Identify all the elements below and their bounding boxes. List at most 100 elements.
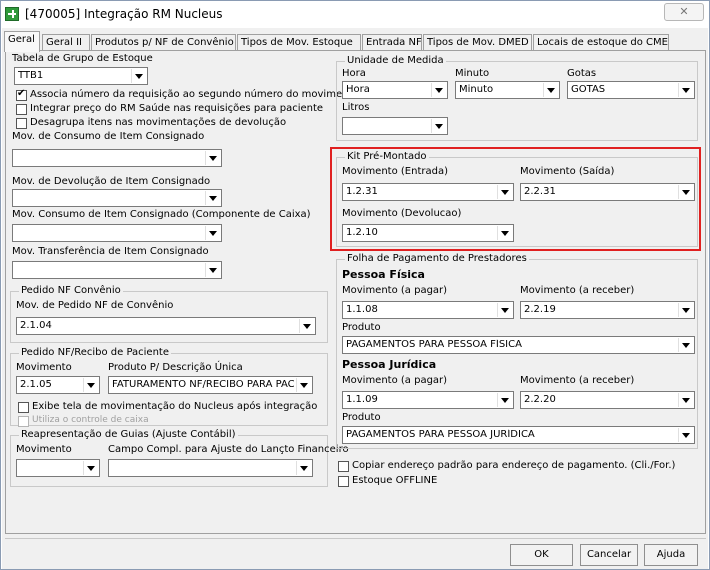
produto-descricao-unica-select[interactable]: FATURAMENTO NF/RECIBO PARA PAC: [108, 376, 313, 394]
exibe-tela-label: Exibe tela de movimentação do Nucleus ap…: [32, 401, 318, 412]
pedido-recibo-paciente-title: Pedido NF/Recibo de Paciente: [19, 347, 171, 358]
hora-select[interactable]: Hora: [342, 81, 448, 99]
tab-tipos-mov-dmed[interactable]: Tipos de Mov. DMED: [423, 34, 532, 51]
tab-produtos-nf-convenio[interactable]: Produtos p/ NF de Convênio: [91, 34, 236, 51]
reapres-movimento-select[interactable]: [16, 459, 100, 477]
pedido-nf-convenio-group: Pedido NF Convênio Mov. de Pedido NF de …: [10, 285, 328, 343]
cancelar-button[interactable]: Cancelar: [580, 544, 638, 566]
produto-descricao-unica-label: Produto P/ Descrição Única: [108, 362, 243, 373]
app-plus-icon: [5, 7, 19, 21]
devolucao-consignado-select[interactable]: [12, 189, 222, 207]
consumo-componente-label: Mov. Consumo de Item Consignado (Compone…: [12, 209, 311, 220]
campo-compl-label: Campo Compl. para Ajuste do Lançto Finan…: [108, 444, 349, 455]
devolucao-consignado-label: Mov. de Devolução de Item Consignado: [12, 176, 211, 187]
integrar-preco-label: Integrar preço do RM Saúde nas requisiçõ…: [30, 103, 324, 114]
pj-receber-label: Movimento (a receber): [520, 375, 635, 386]
tabela-grupo-estoque-select[interactable]: TTB1: [14, 67, 148, 85]
associa-checkbox[interactable]: [16, 88, 27, 101]
tab-locais-estoque-cme[interactable]: Locais de estoque do CME: [533, 34, 669, 51]
controle-caixa-label: Utiliza o controle de caixa: [32, 415, 149, 425]
desagrupa-label: Desagrupa itens nas movimentações de dev…: [30, 117, 287, 128]
desagrupa-checkbox[interactable]: [16, 118, 27, 129]
chevron-down-icon: [131, 69, 146, 83]
consumo-consignado-select[interactable]: [12, 149, 222, 167]
chevron-down-icon: [678, 303, 693, 317]
chevron-down-icon: [678, 428, 693, 442]
window: [470005] Integração RM Nucleus ✕ Geral G…: [0, 0, 710, 570]
window-title: [470005] Integração RM Nucleus: [25, 7, 223, 21]
pf-pagar-select[interactable]: 1.1.08: [342, 301, 514, 319]
gotas-select[interactable]: GOTAS: [567, 81, 695, 99]
pessoa-juridica-heading: Pessoa Jurídica: [342, 358, 437, 371]
chevron-down-icon: [497, 185, 512, 199]
kit-devolucao-select[interactable]: 1.2.10: [342, 224, 514, 242]
consumo-componente-select[interactable]: [12, 224, 222, 242]
tab-geral-ii[interactable]: Geral II: [42, 34, 90, 51]
chevron-down-icon: [543, 83, 558, 97]
pj-produto-label: Produto: [342, 412, 381, 423]
copiar-endereco-label: Copiar endereço padrão para endereço de …: [352, 460, 676, 471]
chevron-down-icon: [205, 226, 220, 240]
litros-select[interactable]: [342, 117, 448, 135]
campo-compl-select[interactable]: [108, 459, 313, 477]
chevron-down-icon: [678, 185, 693, 199]
copiar-endereco-checkbox[interactable]: [338, 461, 349, 472]
minuto-label: Minuto: [455, 68, 490, 79]
folha-pagamento-group: Folha de Pagamento de Prestadores Pessoa…: [336, 253, 698, 449]
reapres-movimento-label: Movimento: [16, 444, 72, 455]
chevron-down-icon: [205, 151, 220, 165]
integrar-preco-checkbox[interactable]: [16, 104, 27, 115]
pedido-rec-movimento-label: Movimento: [16, 362, 72, 373]
chevron-down-icon: [431, 119, 446, 133]
kit-entrada-label: Movimento (Entrada): [342, 166, 448, 177]
kit-entrada-select[interactable]: 1.2.31: [342, 183, 514, 201]
mov-pedido-nf-convenio-select[interactable]: 2.1.04: [16, 317, 316, 335]
transferencia-consignado-label: Mov. Transferência de Item Consignado: [12, 246, 209, 257]
unidade-medida-group: Unidade de Medida Hora Minuto Gotas Hora…: [336, 55, 698, 141]
kit-saida-select[interactable]: 2.2.31: [520, 183, 695, 201]
chevron-down-icon: [497, 303, 512, 317]
pf-produto-select[interactable]: PAGAMENTOS PARA PESSOA FÍSICA: [342, 336, 695, 354]
chevron-down-icon: [205, 191, 220, 205]
chevron-down-icon: [497, 393, 512, 407]
tab-panel-geral: Tabela de Grupo de Estoque TTB1 Associa …: [5, 50, 706, 534]
chevron-down-icon: [296, 378, 311, 392]
tab-entrada-nf[interactable]: Entrada NF: [362, 34, 422, 51]
pedido-nf-convenio-title: Pedido NF Convênio: [19, 285, 123, 296]
kit-pre-montado-group: Kit Pré-Montado Movimento (Entrada) Movi…: [336, 151, 698, 247]
pessoa-fisica-heading: Pessoa Física: [342, 268, 425, 281]
chevron-down-icon: [678, 338, 693, 352]
ajuda-button[interactable]: Ajuda: [644, 544, 698, 566]
pj-receber-select[interactable]: 2.2.20: [520, 391, 695, 409]
transferencia-consignado-select[interactable]: [12, 261, 222, 279]
exibe-tela-checkbox[interactable]: [18, 402, 29, 413]
pf-pagar-label: Movimento (a pagar): [342, 285, 448, 296]
tab-tipos-mov-estoque[interactable]: Tipos de Mov. Estoque: [237, 34, 361, 51]
close-button[interactable]: ✕: [664, 3, 704, 21]
pf-receber-label: Movimento (a receber): [520, 285, 635, 296]
chevron-down-icon: [678, 83, 693, 97]
gotas-label: Gotas: [567, 68, 597, 79]
estoque-offline-label: Estoque OFFLINE: [352, 475, 438, 486]
ok-button[interactable]: OK: [510, 544, 573, 566]
pj-produto-select[interactable]: PAGAMENTOS PARA PESSOA JURÍDICA: [342, 426, 695, 444]
pj-pagar-select[interactable]: 1.1.09: [342, 391, 514, 409]
chevron-down-icon: [299, 319, 314, 333]
unidade-medida-title: Unidade de Medida: [345, 55, 446, 66]
estoque-offline-checkbox[interactable]: [338, 476, 349, 487]
chevron-down-icon: [431, 83, 446, 97]
kit-saida-label: Movimento (Saída): [520, 166, 615, 177]
chevron-down-icon: [83, 461, 98, 475]
chevron-down-icon: [497, 226, 512, 240]
dialog-body: Geral Geral II Produtos p/ NF de Convêni…: [2, 28, 708, 569]
chevron-down-icon: [678, 393, 693, 407]
reapresentacao-guias-group: Reapresentação de Guias (Ajuste Contábil…: [10, 429, 349, 487]
pedido-rec-movimento-select[interactable]: 2.1.05: [16, 376, 100, 394]
tab-geral[interactable]: Geral: [4, 31, 40, 52]
chevron-down-icon: [83, 378, 98, 392]
controle-caixa-checkbox[interactable]: [18, 416, 29, 427]
consumo-consignado-label: Mov. de Consumo de Item Consignado: [12, 131, 205, 142]
chevron-down-icon: [296, 461, 311, 475]
pf-receber-select[interactable]: 2.2.19: [520, 301, 695, 319]
minuto-select[interactable]: Minuto: [455, 81, 560, 99]
